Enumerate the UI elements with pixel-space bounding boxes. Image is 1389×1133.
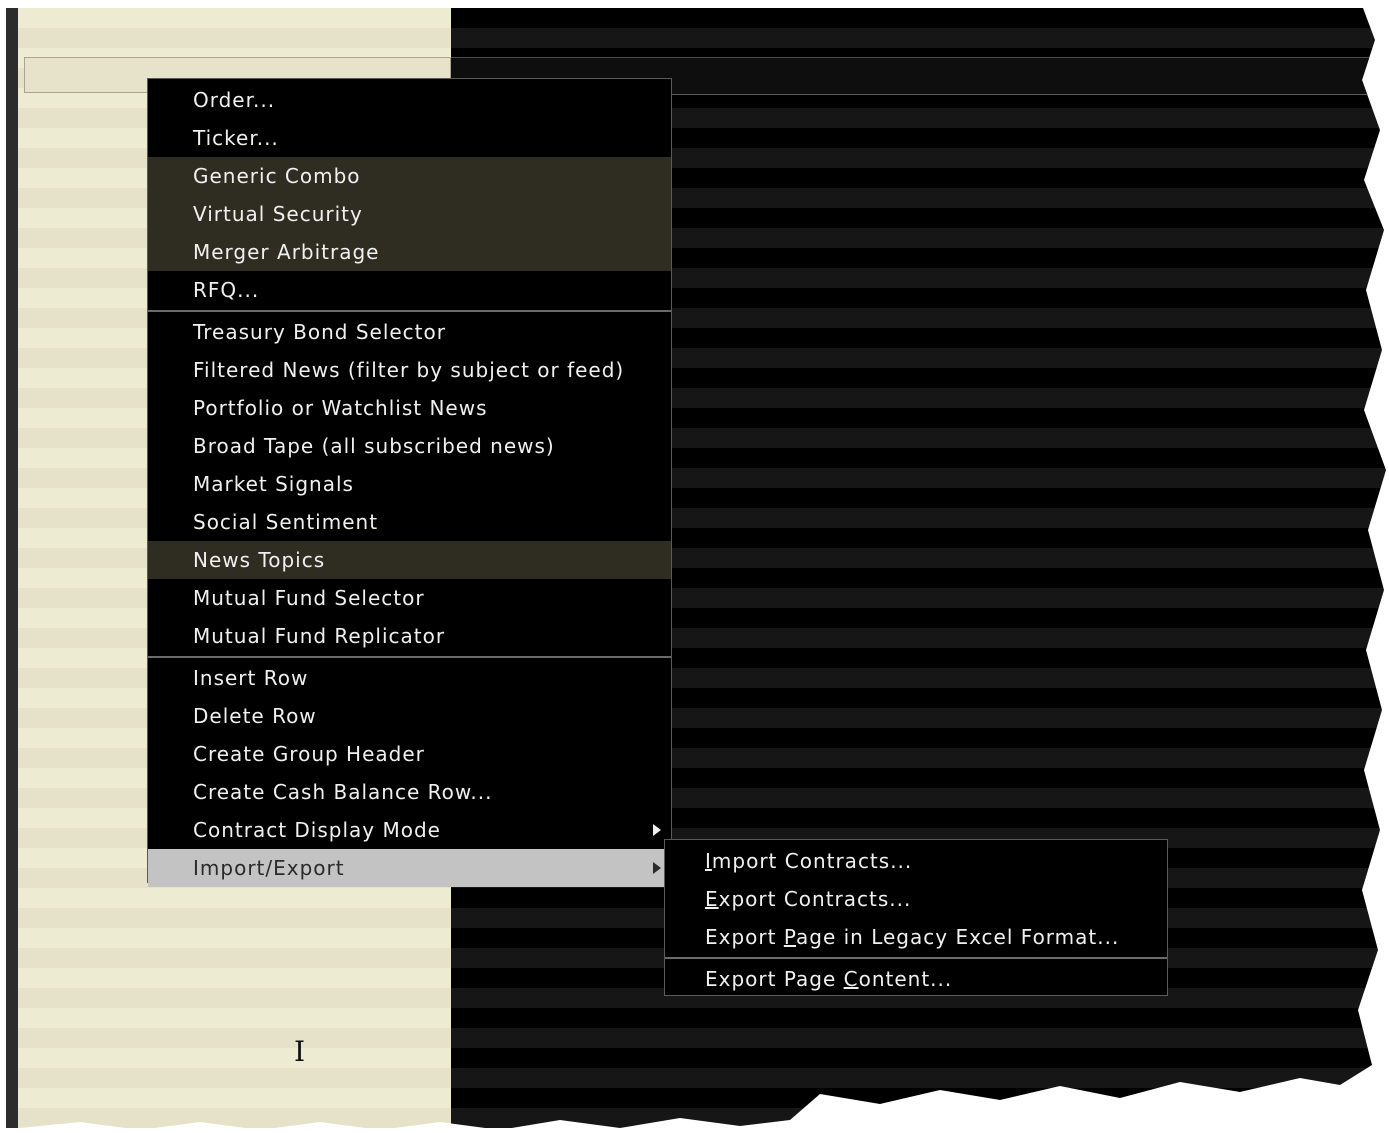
menu-item-label: Delete Row: [193, 704, 317, 728]
menu-item-label: xport Contracts...: [718, 887, 912, 911]
mnemonic: C: [843, 967, 859, 991]
menu-separator: [665, 957, 1167, 959]
menu-item-label: Portfolio or Watchlist News: [193, 396, 488, 420]
menu-item-label: Broad Tape (all subscribed news): [193, 434, 555, 458]
menu-separator: [148, 310, 671, 312]
menu-item-label: Export: [705, 925, 784, 949]
trading-window: I Order... Ticker... Generic Combo Virtu…: [0, 0, 1386, 1130]
menu-item-label: ontent...: [858, 967, 953, 991]
import-export-submenu: Import Contracts... Export Contracts... …: [664, 839, 1168, 996]
menu-item-label: Ticker...: [193, 126, 279, 150]
submenu-item-export-legacy-excel[interactable]: Export Page in Legacy Excel Format...: [665, 918, 1167, 956]
menu-item-create-cash-balance-row[interactable]: Create Cash Balance Row...: [148, 773, 671, 811]
menu-item-portfolio-watchlist-news[interactable]: Portfolio or Watchlist News: [148, 389, 671, 427]
menu-item-label: Contract Display Mode: [193, 818, 441, 842]
menu-item-label: Create Cash Balance Row...: [193, 780, 493, 804]
menu-item-label: Insert Row: [193, 666, 309, 690]
menu-item-label: Mutual Fund Selector: [193, 586, 425, 610]
menu-item-label: Mutual Fund Replicator: [193, 624, 446, 648]
menu-item-virtual-security[interactable]: Virtual Security: [148, 195, 671, 233]
menu-item-mutual-fund-replicator[interactable]: Mutual Fund Replicator: [148, 617, 671, 655]
mnemonic: P: [783, 925, 796, 949]
triangle-right-icon: [653, 862, 661, 874]
menu-item-treasury-bond-selector[interactable]: Treasury Bond Selector: [148, 313, 671, 351]
menu-item-label: mport Contracts...: [711, 849, 913, 873]
menu-item-delete-row[interactable]: Delete Row: [148, 697, 671, 735]
menu-item-label: Generic Combo: [193, 164, 361, 188]
triangle-right-icon: [653, 824, 661, 836]
menu-item-rfq[interactable]: RFQ...: [148, 271, 671, 309]
menu-item-insert-row[interactable]: Insert Row: [148, 659, 671, 697]
menu-item-label: Merger Arbitrage: [193, 240, 380, 264]
menu-item-label: Market Signals: [193, 472, 354, 496]
mnemonic: E: [705, 887, 719, 911]
menu-item-import-export[interactable]: Import/Export: [148, 849, 671, 887]
menu-item-ticker[interactable]: Ticker...: [148, 119, 671, 157]
menu-separator: [148, 656, 671, 658]
text-cursor-icon: I: [294, 1035, 306, 1068]
menu-item-label: Create Group Header: [193, 742, 425, 766]
menu-item-news-topics[interactable]: News Topics: [148, 541, 671, 579]
menu-item-generic-combo[interactable]: Generic Combo: [148, 157, 671, 195]
menu-item-label: RFQ...: [193, 278, 260, 302]
submenu-item-export-page-content[interactable]: Export Page Content...: [665, 960, 1167, 998]
menu-item-broad-tape[interactable]: Broad Tape (all subscribed news): [148, 427, 671, 465]
menu-item-label: Export Page: [705, 967, 844, 991]
menu-item-merger-arbitrage[interactable]: Merger Arbitrage: [148, 233, 671, 271]
menu-item-market-signals[interactable]: Market Signals: [148, 465, 671, 503]
menu-item-contract-display-mode[interactable]: Contract Display Mode: [148, 811, 671, 849]
menu-item-label: News Topics: [193, 548, 326, 572]
window-left-edge: [6, 8, 18, 1128]
menu-item-label: Filtered News (filter by subject or feed…: [193, 358, 625, 382]
submenu-item-export-contracts[interactable]: Export Contracts...: [665, 880, 1167, 918]
menu-item-label: Import/Export: [193, 856, 345, 880]
menu-item-create-group-header[interactable]: Create Group Header: [148, 735, 671, 773]
submenu-item-import-contracts[interactable]: Import Contracts...: [665, 842, 1167, 880]
menu-item-social-sentiment[interactable]: Social Sentiment: [148, 503, 671, 541]
menu-item-label: Social Sentiment: [193, 510, 379, 534]
menu-item-label: Virtual Security: [193, 202, 363, 226]
menu-item-label: age in Legacy Excel Format...: [796, 925, 1120, 949]
menu-item-label: Order...: [193, 88, 276, 112]
menu-item-order[interactable]: Order...: [148, 81, 671, 119]
menu-item-filtered-news[interactable]: Filtered News (filter by subject or feed…: [148, 351, 671, 389]
context-menu: Order... Ticker... Generic Combo Virtual…: [147, 78, 672, 887]
menu-item-label: Treasury Bond Selector: [193, 320, 446, 344]
mnemonic: I: [705, 849, 712, 873]
menu-item-mutual-fund-selector[interactable]: Mutual Fund Selector: [148, 579, 671, 617]
